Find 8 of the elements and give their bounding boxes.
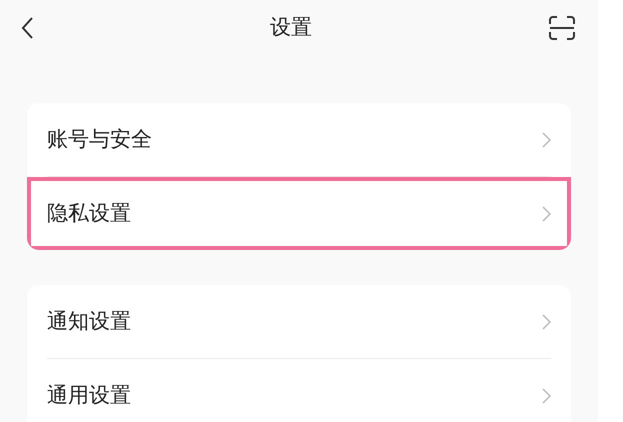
settings-row[interactable]: 隐私设置 [27, 177, 571, 250]
back-icon[interactable] [20, 16, 34, 40]
chevron-icon [542, 314, 551, 330]
page-title: 设置 [270, 14, 312, 42]
chevron-icon [542, 206, 551, 222]
chevron-icon [542, 388, 551, 404]
chevron-icon [542, 132, 551, 148]
scan-icon[interactable] [548, 15, 576, 41]
